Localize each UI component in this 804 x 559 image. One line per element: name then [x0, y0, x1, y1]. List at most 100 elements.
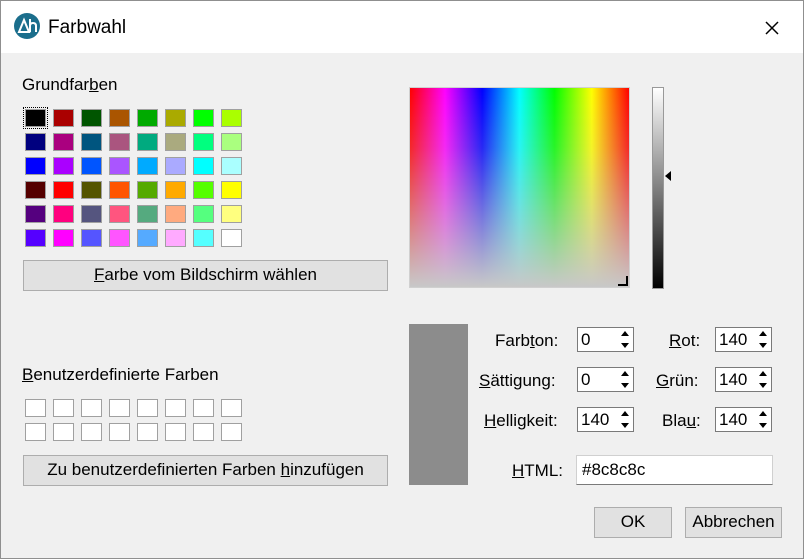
- basic-color-swatch[interactable]: [137, 157, 158, 175]
- red-spinbox[interactable]: 140: [715, 327, 772, 352]
- basic-color-swatch[interactable]: [193, 229, 214, 247]
- saturation-spinbox[interactable]: 0: [577, 367, 634, 392]
- blue-spinbox[interactable]: 140: [715, 407, 772, 432]
- html-color-value[interactable]: #8c8c8c: [582, 460, 645, 480]
- basic-color-swatch[interactable]: [25, 229, 46, 247]
- basic-color-swatch[interactable]: [25, 133, 46, 151]
- custom-color-slot[interactable]: [193, 423, 214, 441]
- custom-color-slot[interactable]: [109, 399, 130, 417]
- hue-up-button[interactable]: [618, 328, 632, 339]
- red-down-button[interactable]: [756, 340, 770, 351]
- custom-color-slot[interactable]: [109, 423, 130, 441]
- custom-color-slot[interactable]: [165, 423, 186, 441]
- basic-color-swatch[interactable]: [53, 133, 74, 151]
- basic-color-swatch[interactable]: [193, 109, 214, 127]
- luminance-arrow-icon[interactable]: [665, 171, 671, 181]
- green-spinbox[interactable]: 140: [715, 367, 772, 392]
- basic-color-swatch[interactable]: [165, 133, 186, 151]
- hue-value[interactable]: 0: [581, 330, 590, 350]
- basic-color-swatch[interactable]: [165, 205, 186, 223]
- hue-down-button[interactable]: [618, 340, 632, 351]
- basic-color-swatch[interactable]: [221, 229, 242, 247]
- basic-color-swatch[interactable]: [109, 205, 130, 223]
- custom-color-slot[interactable]: [81, 423, 102, 441]
- custom-color-slot[interactable]: [165, 399, 186, 417]
- basic-color-swatch[interactable]: [165, 109, 186, 127]
- add-custom-color-button[interactable]: Zu benutzerdefinierten Farben hinzufügen: [23, 455, 388, 486]
- basic-color-swatch[interactable]: [81, 133, 102, 151]
- basic-color-swatch[interactable]: [193, 181, 214, 199]
- basic-color-swatch[interactable]: [109, 109, 130, 127]
- basic-color-swatch[interactable]: [137, 109, 158, 127]
- basic-color-swatch[interactable]: [81, 157, 102, 175]
- basic-color-swatch[interactable]: [109, 157, 130, 175]
- basic-color-swatch[interactable]: [137, 205, 158, 223]
- brightness-value[interactable]: 140: [581, 410, 609, 430]
- basic-color-swatch[interactable]: [25, 205, 46, 223]
- basic-color-swatch[interactable]: [109, 181, 130, 199]
- basic-color-swatch[interactable]: [137, 181, 158, 199]
- red-value[interactable]: 140: [719, 330, 747, 350]
- custom-color-slot[interactable]: [53, 423, 74, 441]
- basic-color-swatch[interactable]: [193, 133, 214, 151]
- basic-color-swatch[interactable]: [81, 181, 102, 199]
- basic-color-swatch[interactable]: [53, 109, 74, 127]
- custom-color-slot[interactable]: [53, 399, 74, 417]
- basic-color-swatch[interactable]: [109, 133, 130, 151]
- custom-color-slot[interactable]: [137, 399, 158, 417]
- basic-color-swatch[interactable]: [221, 133, 242, 151]
- blue-value[interactable]: 140: [719, 410, 747, 430]
- basic-color-swatch[interactable]: [53, 181, 74, 199]
- basic-color-swatch[interactable]: [221, 109, 242, 127]
- saturation-down-button[interactable]: [618, 380, 632, 391]
- basic-color-swatch[interactable]: [221, 181, 242, 199]
- basic-color-swatch[interactable]: [165, 229, 186, 247]
- cancel-button[interactable]: Abbrechen: [685, 507, 782, 538]
- basic-color-swatch[interactable]: [23, 107, 48, 129]
- green-down-button[interactable]: [756, 380, 770, 391]
- brightness-down-button[interactable]: [618, 420, 632, 431]
- custom-color-slot[interactable]: [221, 423, 242, 441]
- ok-button[interactable]: OK: [594, 507, 672, 538]
- custom-color-slot[interactable]: [25, 423, 46, 441]
- custom-color-slot[interactable]: [81, 399, 102, 417]
- current-color-preview: [409, 324, 468, 485]
- blue-up-button[interactable]: [756, 408, 770, 419]
- basic-color-swatch[interactable]: [53, 229, 74, 247]
- basic-color-swatch[interactable]: [221, 157, 242, 175]
- basic-color-swatch[interactable]: [193, 205, 214, 223]
- custom-color-slot[interactable]: [137, 423, 158, 441]
- basic-color-swatch[interactable]: [165, 181, 186, 199]
- green-value[interactable]: 140: [719, 370, 747, 390]
- blue-down-button[interactable]: [756, 420, 770, 431]
- basic-color-swatch[interactable]: [25, 181, 46, 199]
- basic-color-swatch[interactable]: [165, 157, 186, 175]
- close-button[interactable]: [748, 9, 796, 47]
- basic-color-swatch[interactable]: [109, 229, 130, 247]
- basic-color-swatch[interactable]: [53, 157, 74, 175]
- basic-color-swatch[interactable]: [193, 157, 214, 175]
- basic-color-swatch[interactable]: [137, 133, 158, 151]
- custom-color-slot[interactable]: [193, 399, 214, 417]
- brightness-spinbox[interactable]: 140: [577, 407, 634, 432]
- custom-color-slot[interactable]: [25, 399, 46, 417]
- basic-color-swatch[interactable]: [137, 229, 158, 247]
- basic-color-swatch[interactable]: [81, 229, 102, 247]
- red-up-button[interactable]: [756, 328, 770, 339]
- hue-spinbox[interactable]: 0: [577, 327, 634, 352]
- color-spectrum[interactable]: [409, 87, 630, 288]
- spectrum-crosshair[interactable]: [618, 276, 628, 286]
- basic-color-swatch[interactable]: [221, 205, 242, 223]
- basic-color-swatch[interactable]: [53, 205, 74, 223]
- saturation-value[interactable]: 0: [581, 370, 590, 390]
- pick-screen-color-button[interactable]: Farbe vom Bildschirm wählen: [23, 260, 388, 291]
- saturation-up-button[interactable]: [618, 368, 632, 379]
- brightness-up-button[interactable]: [618, 408, 632, 419]
- html-color-input[interactable]: #8c8c8c: [576, 455, 773, 485]
- luminance-slider[interactable]: [652, 87, 664, 289]
- basic-color-swatch[interactable]: [81, 109, 102, 127]
- custom-color-slot[interactable]: [221, 399, 242, 417]
- basic-color-swatch[interactable]: [25, 157, 46, 175]
- basic-color-swatch[interactable]: [81, 205, 102, 223]
- green-up-button[interactable]: [756, 368, 770, 379]
